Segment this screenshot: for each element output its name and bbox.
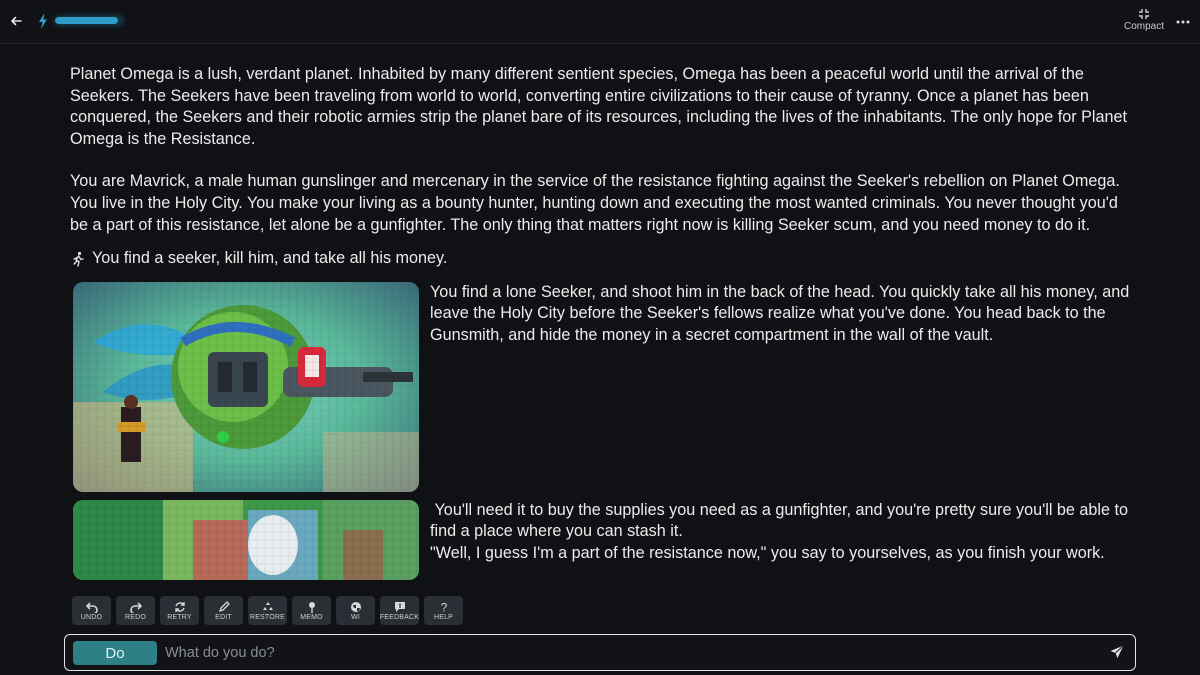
feedback-icon xyxy=(394,601,405,612)
running-person-icon xyxy=(73,251,84,267)
globe-icon xyxy=(350,601,361,612)
story-illustration xyxy=(73,281,419,492)
memo-button[interactable]: MEMO xyxy=(292,596,331,625)
svg-text:?: ? xyxy=(440,601,447,613)
redo-label: REDO xyxy=(124,613,147,621)
player-action: You find a seeker, kill him, and take al… xyxy=(70,248,1140,270)
edit-label: EDIT xyxy=(215,613,232,621)
story-entry: You find a lone Seeker, and shoot him in… xyxy=(70,281,1140,492)
recycle-icon xyxy=(262,601,273,610)
restore-button[interactable]: RESTORE xyxy=(248,596,287,625)
top-bar: Compact xyxy=(0,0,1200,44)
ellipsis-icon xyxy=(1176,20,1190,24)
arrow-left-icon xyxy=(11,16,22,26)
edit-button[interactable]: EDIT xyxy=(204,596,243,625)
story-text-group: You'll need it to buy the supplies you n… xyxy=(430,500,1140,580)
input-mode-button[interactable]: Do xyxy=(73,641,157,665)
story-log: Planet Omega is a lush, verdant planet. … xyxy=(70,64,1140,588)
undo-icon xyxy=(85,601,98,613)
story-intro-paragraph: You are Mavrick, a male human gunslinger… xyxy=(70,172,1120,234)
command-bar: Do xyxy=(64,634,1136,671)
send-icon[interactable] xyxy=(1109,644,1125,660)
energy-bar-fill xyxy=(55,17,119,24)
memo-label: MEMO xyxy=(300,613,323,621)
story-text: You'll need it to buy the supplies you n… xyxy=(430,500,1133,541)
retry-button[interactable]: RETRY xyxy=(160,596,199,625)
compress-icon xyxy=(1139,9,1149,19)
energy-bar xyxy=(55,17,123,24)
restore-label: RESTORE xyxy=(249,613,286,621)
action-toolbar: UNDO REDO RETRY EDIT RESTORE MEMO WI FEE… xyxy=(72,596,463,625)
more-options-button[interactable] xyxy=(1174,12,1192,32)
undo-label: UNDO xyxy=(80,613,103,621)
compact-label: Compact xyxy=(1123,21,1164,32)
story-text: "Well, I guess I'm a part of the resista… xyxy=(430,543,1105,562)
redo-button[interactable]: REDO xyxy=(116,596,155,625)
story-illustration xyxy=(73,499,419,580)
pencil-icon xyxy=(218,600,230,612)
world-info-label: WI xyxy=(351,613,360,621)
bolt-icon xyxy=(39,13,47,29)
help-icon: ? xyxy=(440,601,447,613)
retry-label: RETRY xyxy=(167,613,192,621)
compact-button[interactable]: Compact xyxy=(1122,8,1166,36)
story-entry: You'll need it to buy the supplies you n… xyxy=(70,499,1140,580)
command-input[interactable] xyxy=(165,641,1085,665)
player-action-text: You find a seeker, kill him, and take al… xyxy=(92,249,448,268)
redo-icon xyxy=(129,601,142,613)
story-intro-paragraph: Planet Omega is a lush, verdant planet. … xyxy=(70,65,1128,148)
feedback-label: FEEDBACK xyxy=(379,613,420,621)
help-label: HELP xyxy=(433,613,454,621)
back-button[interactable] xyxy=(6,10,26,32)
undo-button[interactable]: UNDO xyxy=(72,596,111,625)
help-button[interactable]: ? HELP xyxy=(424,596,463,625)
retry-icon xyxy=(174,601,185,612)
pin-icon xyxy=(308,601,315,613)
world-info-button[interactable]: WI xyxy=(336,596,375,625)
story-text: You find a lone Seeker, and shoot him in… xyxy=(430,282,1130,344)
feedback-button[interactable]: FEEDBACK xyxy=(380,596,419,625)
